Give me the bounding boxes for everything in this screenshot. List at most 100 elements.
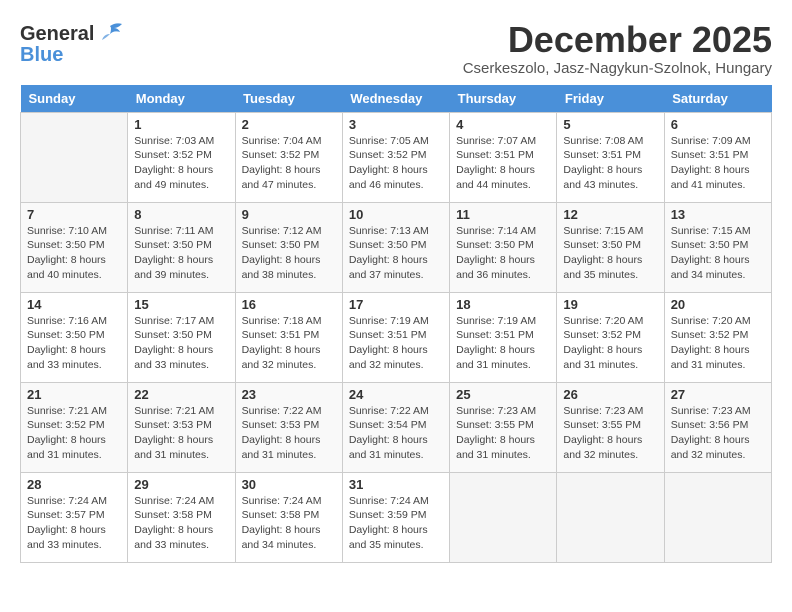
calendar-cell: 8 Sunrise: 7:11 AM Sunset: 3:50 PM Daylig… bbox=[128, 202, 235, 292]
day-info: Sunrise: 7:23 AM Sunset: 3:55 PM Dayligh… bbox=[456, 404, 550, 463]
logo-blue: Blue bbox=[20, 44, 63, 67]
header-saturday: Saturday bbox=[664, 85, 771, 113]
day-number: 9 bbox=[242, 207, 336, 222]
day-number: 7 bbox=[27, 207, 121, 222]
day-number: 1 bbox=[134, 117, 228, 132]
calendar-cell: 25 Sunrise: 7:23 AM Sunset: 3:55 PM Dayli… bbox=[450, 382, 557, 472]
calendar-cell: 6Sunrise: 7:09 AM Sunset: 3:51 PM Daylig… bbox=[664, 112, 771, 202]
header-friday: Friday bbox=[557, 85, 664, 113]
day-number: 25 bbox=[456, 387, 550, 402]
day-number: 29 bbox=[134, 477, 228, 492]
day-info: Sunrise: 7:23 AM Sunset: 3:56 PM Dayligh… bbox=[671, 404, 765, 463]
day-number: 14 bbox=[27, 297, 121, 312]
calendar-cell: 30 Sunrise: 7:24 AM Sunset: 3:58 PM Dayli… bbox=[235, 472, 342, 562]
title-block: December 2025 Cserkeszolo, Jasz-Nagykun-… bbox=[463, 20, 772, 77]
day-info: Sunrise: 7:04 AM Sunset: 3:52 PM Dayligh… bbox=[242, 134, 336, 193]
day-info: Sunrise: 7:07 AM Sunset: 3:51 PM Dayligh… bbox=[456, 134, 550, 193]
location-subtitle: Cserkeszolo, Jasz-Nagykun-Szolnok, Hunga… bbox=[463, 60, 772, 77]
day-number: 31 bbox=[349, 477, 443, 492]
calendar-week-3: 14 Sunrise: 7:16 AM Sunset: 3:50 PM Dayli… bbox=[21, 292, 772, 382]
day-number: 27 bbox=[671, 387, 765, 402]
day-info: Sunrise: 7:24 AM Sunset: 3:58 PM Dayligh… bbox=[242, 494, 336, 553]
day-number: 5 bbox=[563, 117, 657, 132]
header-tuesday: Tuesday bbox=[235, 85, 342, 113]
calendar-cell: 27 Sunrise: 7:23 AM Sunset: 3:56 PM Dayli… bbox=[664, 382, 771, 472]
day-info: Sunrise: 7:08 AM Sunset: 3:51 PM Dayligh… bbox=[563, 134, 657, 193]
header-sunday: Sunday bbox=[21, 85, 128, 113]
day-number: 12 bbox=[563, 207, 657, 222]
day-info: Sunrise: 7:19 AM Sunset: 3:51 PM Dayligh… bbox=[349, 314, 443, 373]
calendar-cell: 29 Sunrise: 7:24 AM Sunset: 3:58 PM Dayli… bbox=[128, 472, 235, 562]
calendar-week-5: 28 Sunrise: 7:24 AM Sunset: 3:57 PM Dayli… bbox=[21, 472, 772, 562]
header-thursday: Thursday bbox=[450, 85, 557, 113]
calendar-cell: 7 Sunrise: 7:10 AM Sunset: 3:50 PM Daylig… bbox=[21, 202, 128, 292]
calendar-cell: 5 Sunrise: 7:08 AM Sunset: 3:51 PM Daylig… bbox=[557, 112, 664, 202]
calendar-cell: 24 Sunrise: 7:22 AM Sunset: 3:54 PM Dayli… bbox=[342, 382, 449, 472]
calendar-cell: 2 Sunrise: 7:04 AM Sunset: 3:52 PM Daylig… bbox=[235, 112, 342, 202]
calendar-cell: 21Sunrise: 7:21 AM Sunset: 3:52 PM Dayli… bbox=[21, 382, 128, 472]
calendar-table: SundayMondayTuesdayWednesdayThursdayFrid… bbox=[20, 85, 772, 563]
day-info: Sunrise: 7:24 AM Sunset: 3:58 PM Dayligh… bbox=[134, 494, 228, 553]
calendar-header-row: SundayMondayTuesdayWednesdayThursdayFrid… bbox=[21, 85, 772, 113]
day-info: Sunrise: 7:03 AM Sunset: 3:52 PM Dayligh… bbox=[134, 134, 228, 193]
day-number: 10 bbox=[349, 207, 443, 222]
day-info: Sunrise: 7:21 AM Sunset: 3:53 PM Dayligh… bbox=[134, 404, 228, 463]
day-info: Sunrise: 7:23 AM Sunset: 3:55 PM Dayligh… bbox=[563, 404, 657, 463]
day-number: 2 bbox=[242, 117, 336, 132]
calendar-cell: 4Sunrise: 7:07 AM Sunset: 3:51 PM Daylig… bbox=[450, 112, 557, 202]
calendar-week-4: 21Sunrise: 7:21 AM Sunset: 3:52 PM Dayli… bbox=[21, 382, 772, 472]
day-info: Sunrise: 7:05 AM Sunset: 3:52 PM Dayligh… bbox=[349, 134, 443, 193]
day-number: 21 bbox=[27, 387, 121, 402]
logo: General Blue bbox=[20, 20, 124, 67]
day-info: Sunrise: 7:13 AM Sunset: 3:50 PM Dayligh… bbox=[349, 224, 443, 283]
page-header: General Blue December 2025 Cserkeszolo, … bbox=[20, 20, 772, 77]
day-info: Sunrise: 7:11 AM Sunset: 3:50 PM Dayligh… bbox=[134, 224, 228, 283]
calendar-cell: 31 Sunrise: 7:24 AM Sunset: 3:59 PM Dayli… bbox=[342, 472, 449, 562]
calendar-cell bbox=[664, 472, 771, 562]
calendar-cell: 1 Sunrise: 7:03 AM Sunset: 3:52 PM Daylig… bbox=[128, 112, 235, 202]
day-number: 30 bbox=[242, 477, 336, 492]
day-info: Sunrise: 7:15 AM Sunset: 3:50 PM Dayligh… bbox=[563, 224, 657, 283]
calendar-cell: 13 Sunrise: 7:15 AM Sunset: 3:50 PM Dayli… bbox=[664, 202, 771, 292]
day-info: Sunrise: 7:18 AM Sunset: 3:51 PM Dayligh… bbox=[242, 314, 336, 373]
calendar-cell: 20 Sunrise: 7:20 AM Sunset: 3:52 PM Dayli… bbox=[664, 292, 771, 382]
calendar-cell bbox=[21, 112, 128, 202]
day-number: 24 bbox=[349, 387, 443, 402]
calendar-cell: 3 Sunrise: 7:05 AM Sunset: 3:52 PM Daylig… bbox=[342, 112, 449, 202]
day-info: Sunrise: 7:22 AM Sunset: 3:53 PM Dayligh… bbox=[242, 404, 336, 463]
day-info: Sunrise: 7:22 AM Sunset: 3:54 PM Dayligh… bbox=[349, 404, 443, 463]
day-number: 3 bbox=[349, 117, 443, 132]
calendar-cell: 17Sunrise: 7:19 AM Sunset: 3:51 PM Dayli… bbox=[342, 292, 449, 382]
day-info: Sunrise: 7:20 AM Sunset: 3:52 PM Dayligh… bbox=[563, 314, 657, 373]
logo-bird-icon bbox=[96, 20, 124, 48]
day-number: 16 bbox=[242, 297, 336, 312]
header-monday: Monday bbox=[128, 85, 235, 113]
day-number: 13 bbox=[671, 207, 765, 222]
day-number: 15 bbox=[134, 297, 228, 312]
calendar-cell: 9 Sunrise: 7:12 AM Sunset: 3:50 PM Daylig… bbox=[235, 202, 342, 292]
day-info: Sunrise: 7:17 AM Sunset: 3:50 PM Dayligh… bbox=[134, 314, 228, 373]
day-number: 19 bbox=[563, 297, 657, 312]
day-info: Sunrise: 7:20 AM Sunset: 3:52 PM Dayligh… bbox=[671, 314, 765, 373]
day-number: 20 bbox=[671, 297, 765, 312]
day-number: 22 bbox=[134, 387, 228, 402]
logo-general: General bbox=[20, 23, 94, 46]
day-number: 8 bbox=[134, 207, 228, 222]
day-info: Sunrise: 7:12 AM Sunset: 3:50 PM Dayligh… bbox=[242, 224, 336, 283]
calendar-cell: 14 Sunrise: 7:16 AM Sunset: 3:50 PM Dayli… bbox=[21, 292, 128, 382]
day-info: Sunrise: 7:10 AM Sunset: 3:50 PM Dayligh… bbox=[27, 224, 121, 283]
calendar-cell: 26 Sunrise: 7:23 AM Sunset: 3:55 PM Dayli… bbox=[557, 382, 664, 472]
day-info: Sunrise: 7:16 AM Sunset: 3:50 PM Dayligh… bbox=[27, 314, 121, 373]
day-number: 11 bbox=[456, 207, 550, 222]
calendar-cell: 16 Sunrise: 7:18 AM Sunset: 3:51 PM Dayli… bbox=[235, 292, 342, 382]
calendar-week-1: 1 Sunrise: 7:03 AM Sunset: 3:52 PM Daylig… bbox=[21, 112, 772, 202]
calendar-cell: 18Sunrise: 7:19 AM Sunset: 3:51 PM Dayli… bbox=[450, 292, 557, 382]
day-info: Sunrise: 7:15 AM Sunset: 3:50 PM Dayligh… bbox=[671, 224, 765, 283]
month-title: December 2025 bbox=[463, 20, 772, 60]
day-number: 28 bbox=[27, 477, 121, 492]
day-number: 26 bbox=[563, 387, 657, 402]
day-info: Sunrise: 7:24 AM Sunset: 3:57 PM Dayligh… bbox=[27, 494, 121, 553]
calendar-cell bbox=[450, 472, 557, 562]
day-info: Sunrise: 7:09 AM Sunset: 3:51 PM Dayligh… bbox=[671, 134, 765, 193]
day-info: Sunrise: 7:24 AM Sunset: 3:59 PM Dayligh… bbox=[349, 494, 443, 553]
